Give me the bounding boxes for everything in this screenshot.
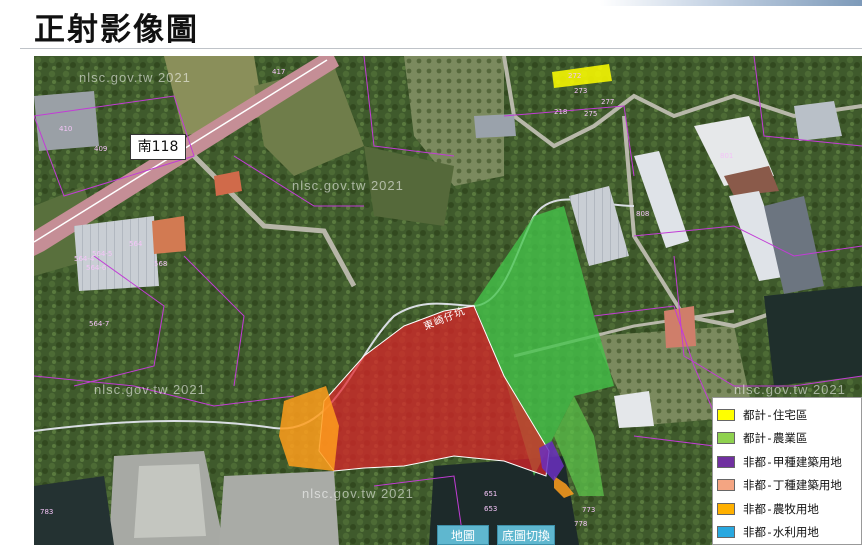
- parcel-number-label: 783: [40, 508, 53, 516]
- parcel-number-label: 410: [59, 125, 72, 133]
- legend-label: 非都-水利用地: [743, 525, 819, 540]
- top-banner-strip: [600, 0, 862, 6]
- parcel-number-label: 568: [154, 260, 167, 268]
- parcel-number-label: 808: [636, 210, 649, 218]
- building: [794, 101, 842, 141]
- legend-label: 都計-住宅區: [743, 407, 808, 422]
- building: [74, 216, 159, 291]
- legend-swatch: [717, 432, 735, 445]
- legend-swatch: [717, 455, 735, 468]
- legend-label: 都計-農業區: [743, 431, 808, 446]
- pond: [764, 286, 862, 386]
- parcel-number-label: 273: [574, 87, 587, 95]
- legend-item: 都計-住宅區: [717, 403, 861, 427]
- parcel-number-label: 272: [568, 72, 581, 80]
- parcel-number-label: 277: [601, 98, 614, 106]
- parcel-number-label: 564-5: [92, 250, 112, 258]
- parcel-number-label: 564-7: [89, 320, 109, 328]
- watermark: nlsc.gov.tw 2021: [302, 486, 414, 501]
- legend-label: 非都-甲種建築用地: [743, 454, 842, 469]
- legend-item: 非都-丁種建築用地: [717, 474, 861, 498]
- parcel-number-label: 653: [484, 505, 497, 513]
- title-divider: [20, 48, 862, 49]
- pond-dry: [134, 464, 206, 538]
- building: [614, 391, 654, 428]
- watermark: nlsc.gov.tw 2021: [292, 178, 404, 193]
- parcel-number-label: 564-6: [86, 264, 107, 272]
- parcel-number-label: 801: [720, 152, 733, 160]
- page-title: 正射影像圖: [34, 12, 199, 48]
- legend-swatch: [717, 408, 735, 421]
- legend-swatch: [717, 479, 735, 492]
- building: [152, 216, 186, 254]
- watermark: nlsc.gov.tw 2021: [94, 382, 206, 397]
- parcel-number-label: 218: [554, 108, 567, 116]
- legend-label: 非都-農牧用地: [743, 501, 819, 516]
- map-button[interactable]: 地圖: [437, 525, 489, 545]
- pond-dry: [219, 471, 339, 545]
- legend-item: 非都-甲種建築用地: [717, 450, 861, 474]
- road-number-label: 南118: [130, 134, 186, 160]
- parcel-number-label: 564: [129, 240, 143, 248]
- parcel-number-label: 651: [484, 490, 497, 498]
- parcel-number-label: 778: [574, 520, 587, 528]
- map-legend: 都計-住宅區 都計-農業區 非都-甲種建築用地 非都-丁種建築用地 非都-農牧用…: [712, 397, 862, 545]
- legend-item: 非都-農牧用地: [717, 497, 861, 521]
- legend-swatch: [717, 526, 735, 539]
- legend-item: 都計-農業區: [717, 427, 861, 451]
- parcel-number-label: 417: [272, 68, 285, 76]
- parcel-number-label: 564-4: [74, 255, 95, 263]
- legend-item: 非都-水利用地: [717, 521, 861, 545]
- parcel-number-label: 773: [582, 506, 595, 514]
- parcel-number-label: 275: [584, 110, 597, 118]
- legend-label: 非都-丁種建築用地: [743, 478, 842, 493]
- legend-swatch: [717, 502, 735, 515]
- basemap-switch-button[interactable]: 底圖切換: [497, 525, 555, 545]
- building: [474, 114, 516, 138]
- watermark: nlsc.gov.tw 2021: [79, 70, 191, 85]
- parcel-number-label: 409: [94, 145, 107, 153]
- watermark: nlsc.gov.tw 2021: [734, 382, 846, 397]
